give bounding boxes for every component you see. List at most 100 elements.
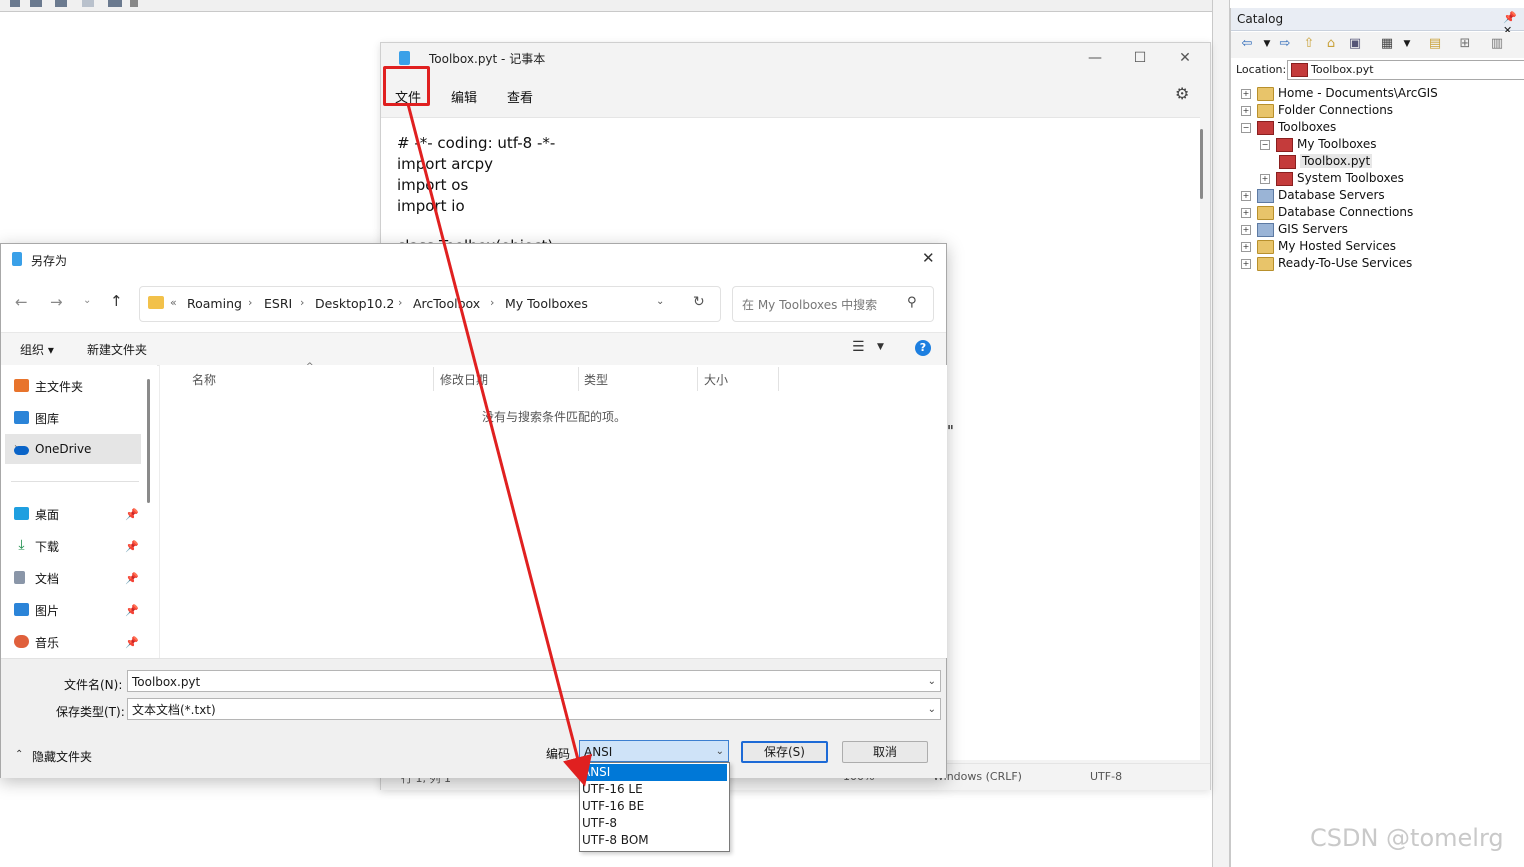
nav-item-music[interactable]: 音乐	[14, 634, 59, 651]
refresh-icon[interactable]: ↻	[693, 294, 705, 310]
toggle-tree-icon[interactable]: ⊞	[1457, 37, 1473, 51]
organize-button[interactable]: 组织 ▾	[20, 341, 54, 358]
menu-view[interactable]: 查看	[507, 87, 533, 106]
pin-icon[interactable]: 📌	[125, 508, 139, 521]
search-box[interactable]: 在 My Toolboxes 中搜索 ⚲	[732, 286, 934, 322]
new-folder-button[interactable]: 新建文件夹	[87, 341, 147, 358]
toolbar-icon[interactable]	[108, 0, 122, 7]
toolbar-icon[interactable]	[55, 0, 67, 7]
collapse-icon[interactable]: −	[1260, 139, 1270, 150]
forward-arrow-icon[interactable]: →	[50, 293, 63, 311]
location-combobox[interactable]: Toolbox.pyt	[1287, 60, 1524, 80]
tree-item[interactable]: + GIS Servers	[1241, 221, 1348, 237]
overflow-chevron-icon[interactable]: «	[170, 296, 177, 309]
breadcrumb-item[interactable]: ESRI	[264, 296, 292, 311]
expand-icon[interactable]: +	[1241, 224, 1251, 235]
file-list[interactable]: ^ 名称 修改日期 类型 大小 没有与搜索条件匹配的项。	[159, 362, 947, 658]
back-arrow-icon[interactable]: ←	[15, 293, 28, 311]
maximize-icon[interactable]: ☐	[1125, 47, 1155, 69]
breadcrumb-item[interactable]: Roaming	[187, 296, 242, 311]
collapse-icon[interactable]: −	[1241, 122, 1251, 133]
column-divider[interactable]	[578, 367, 579, 391]
close-icon[interactable]: ✕	[1170, 47, 1200, 69]
encoding-option-ansi[interactable]: ANSI	[580, 764, 727, 781]
column-divider[interactable]	[778, 367, 779, 391]
help-icon[interactable]: ?	[915, 340, 931, 356]
column-divider[interactable]	[697, 367, 698, 391]
nav-item-onedrive[interactable]: OneDrive	[14, 442, 91, 456]
connect-folder-icon[interactable]: ▤	[1427, 37, 1443, 51]
encoding-select[interactable]: ANSI ⌄	[579, 740, 729, 762]
scrollbar-thumb[interactable]	[147, 379, 150, 503]
tree-item[interactable]: + My Hosted Services	[1241, 238, 1396, 254]
save-button[interactable]: 保存(S)	[741, 741, 828, 763]
panel-splitter[interactable]	[1212, 0, 1230, 867]
chevron-down-icon[interactable]: ⌄	[928, 671, 936, 693]
options-icon[interactable]: ▥	[1489, 37, 1505, 51]
breadcrumb-item[interactable]: ArcToolbox	[413, 296, 480, 311]
toolbar-icon[interactable]	[82, 0, 94, 7]
nav-item-home[interactable]: 主文件夹	[14, 378, 83, 395]
chevron-down-icon[interactable]: ⌄	[928, 699, 936, 721]
chevron-up-icon[interactable]: ⌃	[15, 749, 23, 760]
expand-icon[interactable]: +	[1241, 105, 1251, 116]
filetype-select[interactable]: 文本文档(*.txt) ⌄	[127, 698, 941, 720]
chevron-down-icon[interactable]: ▼	[1399, 37, 1415, 51]
column-header-date[interactable]: 修改日期	[440, 371, 488, 388]
toolbar-icon[interactable]	[10, 0, 20, 7]
tree-item[interactable]: + System Toolboxes	[1260, 170, 1404, 186]
column-header-size[interactable]: 大小	[704, 371, 728, 388]
chevron-down-icon[interactable]: ▼	[1259, 37, 1275, 51]
column-header-name[interactable]: 名称	[192, 371, 216, 388]
view-icon[interactable]: ▦	[1379, 37, 1395, 51]
search-icon[interactable]: ⚲	[907, 295, 917, 310]
nav-item-desktop[interactable]: 桌面	[14, 506, 59, 523]
filename-input[interactable]: Toolbox.pyt ⌄	[127, 670, 941, 692]
expand-icon[interactable]: +	[1241, 258, 1251, 269]
breadcrumb-item[interactable]: Desktop10.2	[315, 296, 394, 311]
scrollbar-thumb[interactable]	[1200, 129, 1203, 199]
pin-icon[interactable]: 📌	[125, 604, 139, 617]
tree-item[interactable]: + Home - Documents\ArcGIS	[1241, 85, 1438, 101]
encoding-option-utf16be[interactable]: UTF-16 BE	[580, 798, 727, 815]
toolbar-dropdown-icon[interactable]	[130, 0, 138, 7]
forward-icon[interactable]: ⇨	[1277, 37, 1293, 51]
up-arrow-icon[interactable]: ↑	[110, 292, 123, 310]
tree-item[interactable]: − Toolboxes	[1241, 119, 1336, 135]
cancel-button[interactable]: 取消	[842, 741, 928, 763]
tree-item[interactable]: + Ready-To-Use Services	[1241, 255, 1412, 271]
column-divider[interactable]	[433, 367, 434, 391]
gear-icon[interactable]: ⚙	[1175, 84, 1189, 103]
pin-icon[interactable]: 📌	[125, 636, 139, 649]
tree-item[interactable]: + Database Servers	[1241, 187, 1385, 203]
disconnect-icon[interactable]: ▣	[1347, 37, 1363, 51]
close-icon[interactable]: ✕	[922, 249, 935, 267]
chevron-down-icon[interactable]: ⌄	[716, 741, 724, 763]
nav-item-gallery[interactable]: 图库	[14, 410, 59, 427]
up-folder-icon[interactable]: ⇧	[1301, 37, 1317, 51]
tree-item[interactable]: − My Toolboxes	[1260, 136, 1377, 152]
nav-item-pictures[interactable]: 图片	[14, 602, 59, 619]
tree-item[interactable]: + Database Connections	[1241, 204, 1413, 220]
chevron-down-icon[interactable]: ⌄	[656, 296, 664, 307]
expand-icon[interactable]: +	[1241, 241, 1251, 252]
column-header-type[interactable]: 类型	[584, 371, 608, 388]
encoding-option-utf8[interactable]: UTF-8	[580, 815, 727, 832]
chevron-down-icon[interactable]: ▼	[877, 342, 884, 352]
expand-icon[interactable]: +	[1260, 173, 1270, 184]
menu-edit[interactable]: 编辑	[451, 87, 477, 106]
expand-icon[interactable]: +	[1241, 88, 1251, 99]
nav-item-documents[interactable]: 文档	[14, 570, 59, 587]
pin-icon[interactable]: 📌	[125, 572, 139, 585]
tree-item[interactable]: + Folder Connections	[1241, 102, 1393, 118]
expand-icon[interactable]: +	[1241, 207, 1251, 218]
home-icon[interactable]: ⌂	[1323, 37, 1339, 51]
hide-folders-button[interactable]: 隐藏文件夹	[32, 748, 92, 765]
pin-icon[interactable]: 📌	[125, 540, 139, 553]
encoding-option-utf16le[interactable]: UTF-16 LE	[580, 781, 727, 798]
tree-item[interactable]: Toolbox.pyt	[1279, 153, 1373, 169]
back-icon[interactable]: ⇦	[1239, 37, 1255, 51]
view-options-icon[interactable]: ☰	[852, 339, 865, 355]
chevron-down-icon[interactable]: ⌄	[83, 295, 91, 306]
toolbar-icon[interactable]	[30, 0, 42, 7]
